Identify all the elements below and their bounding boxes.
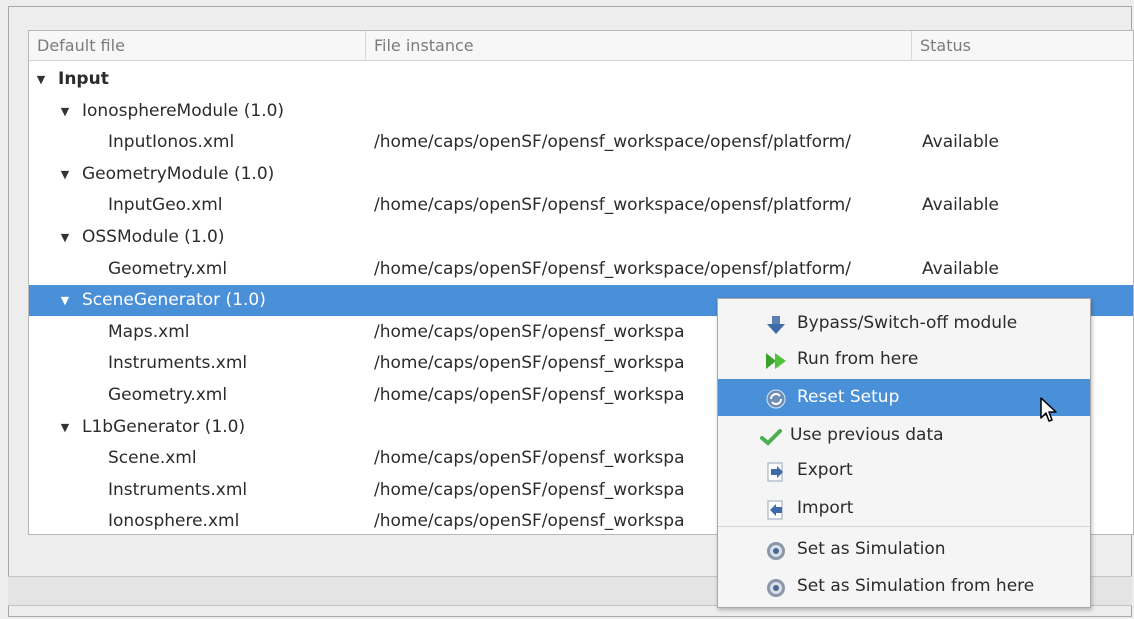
default-file-name: Instruments.xml <box>108 353 248 374</box>
fast-forward-icon <box>765 349 787 371</box>
module-name: L1bGenerator (1.0) <box>82 416 246 437</box>
file-status: Available <box>922 195 999 216</box>
file-instance-path: /home/caps/openSF/opensf_workspa <box>374 511 685 532</box>
menu-item-label: Run from here <box>797 349 919 369</box>
file-instance-path: /home/caps/openSF/opensf_workspa <box>374 385 685 405</box>
default-file-name: Scene.xml <box>108 448 197 469</box>
file-instance-path: /home/caps/openSF/opensf_workspa <box>374 479 685 500</box>
export-icon <box>765 460 787 482</box>
file-instance-path: /home/caps/openSF/opensf_workspace/opens… <box>374 258 851 279</box>
module-name: OSSModule (1.0) <box>82 227 225 247</box>
tree-row-file[interactable]: InputGeo.xml/home/caps/openSF/opensf_wor… <box>29 190 1133 221</box>
column-header-file-instance[interactable]: File instance <box>365 31 911 61</box>
menu-item[interactable]: Use previous data <box>718 417 1090 454</box>
default-file-name: Geometry.xml <box>108 385 228 405</box>
menu-item[interactable]: Set as Simulation <box>718 531 1090 568</box>
gear-icon <box>765 539 787 561</box>
menu-item-label: Set as Simulation <box>797 539 946 559</box>
default-file-name: Ionosphere.xml <box>108 511 240 532</box>
tree-row-input[interactable]: ▼ Input <box>29 64 1133 95</box>
file-instance-path: /home/caps/openSF/opensf_workspace/opens… <box>374 195 851 216</box>
tree-row-module[interactable]: ▼ GeometryModule (1.0) <box>29 159 1133 190</box>
menu-item[interactable]: Run from here <box>718 341 1090 378</box>
mouse-cursor-icon <box>1040 397 1057 422</box>
gear-icon <box>765 576 787 598</box>
menu-item-label: Reset Setup <box>797 387 900 407</box>
menu-item-label: Export <box>797 460 853 480</box>
expand-arrow-icon[interactable]: ▼ <box>58 159 72 190</box>
default-file-name: Instruments.xml <box>108 479 248 500</box>
module-name: GeometryModule (1.0) <box>82 163 275 184</box>
expand-arrow-icon[interactable]: ▼ <box>58 222 72 253</box>
file-instance-path: /home/caps/openSF/opensf_workspa <box>374 321 685 342</box>
default-file-name: Geometry.xml <box>108 258 228 279</box>
import-icon <box>765 498 787 520</box>
file-status: Available <box>922 258 999 279</box>
menu-separator <box>718 526 1090 527</box>
menu-item[interactable]: Bypass/Switch-off module <box>718 305 1090 342</box>
module-name: IonosphereModule (1.0) <box>82 100 285 121</box>
reset-icon <box>765 387 787 409</box>
column-header-default-file[interactable]: Default file <box>29 31 365 61</box>
file-instance-path: /home/caps/openSF/opensf_workspa <box>374 448 685 469</box>
tree-row-file[interactable]: Geometry.xml/home/caps/openSF/opensf_wor… <box>29 254 1133 285</box>
menu-item[interactable]: Set as Simulation from here <box>718 568 1090 605</box>
menu-item-label: Import <box>797 498 854 518</box>
default-file-name: Maps.xml <box>108 321 190 342</box>
tree-header: Default file File instance Status <box>29 31 1133 61</box>
checkmark-icon <box>760 425 782 447</box>
tree-row-module[interactable]: ▼ IonosphereModule (1.0) <box>29 96 1133 127</box>
default-file-name: InputGeo.xml <box>108 195 223 216</box>
expand-arrow-icon[interactable]: ▼ <box>58 96 72 127</box>
menu-item-label: Bypass/Switch-off module <box>797 313 1018 333</box>
bypass-arrow-icon <box>765 313 787 335</box>
menu-item-label: Set as Simulation from here <box>797 576 1035 596</box>
context-menu: Bypass/Switch-off module Run from here Res… <box>717 298 1091 608</box>
menu-item[interactable]: Export <box>718 452 1090 489</box>
module-name: SceneGenerator (1.0) <box>82 290 266 311</box>
menu-item[interactable]: Reset Setup <box>718 379 1090 416</box>
menu-item[interactable]: Import <box>718 490 1090 527</box>
file-instance-path: /home/caps/openSF/opensf_workspa <box>374 353 685 374</box>
expand-arrow-icon[interactable]: ▼ <box>58 412 72 443</box>
column-header-status[interactable]: Status <box>911 31 1133 61</box>
file-status: Available <box>922 132 999 153</box>
tree-node-label: Input <box>58 69 109 89</box>
tree-row-module[interactable]: ▼ OSSModule (1.0) <box>29 222 1133 253</box>
default-file-name: InputIonos.xml <box>108 132 235 153</box>
expand-arrow-icon[interactable]: ▼ <box>58 285 72 316</box>
file-instance-path: /home/caps/openSF/opensf_workspace/opens… <box>374 132 851 153</box>
tree-row-file[interactable]: InputIonos.xml/home/caps/openSF/opensf_w… <box>29 127 1133 158</box>
menu-item-label: Use previous data <box>790 425 944 445</box>
expand-arrow-icon[interactable]: ▼ <box>34 64 48 95</box>
